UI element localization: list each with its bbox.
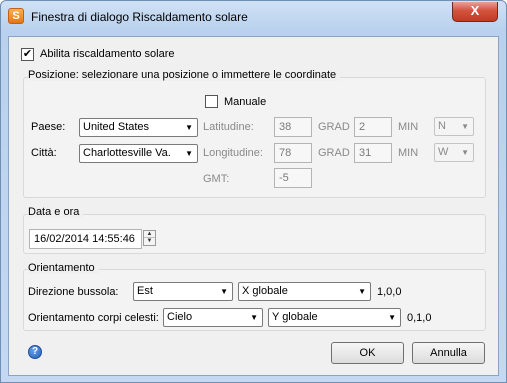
longitude-degrees-field[interactable]: 78 [274,143,312,163]
manual-label: Manuale [224,96,267,108]
chevron-down-icon: ▼ [185,123,193,132]
compass-direction-value: Est [137,285,153,297]
country-label: Paese: [31,121,66,133]
app-logo-icon: S [8,8,24,24]
spin-up-icon[interactable]: ▲ [144,231,155,238]
city-label: Città: [31,147,57,159]
ok-button[interactable]: OK [331,342,404,364]
title-bar[interactable]: S Finestra di dialogo Riscaldamento sola… [1,1,506,31]
longitude-min-label: MIN [398,147,419,159]
chevron-down-icon: ▼ [388,313,396,322]
dialog-body: ✔ Abilita riscaldamento solare Posizione… [8,36,499,376]
chevron-down-icon: ▼ [461,148,469,157]
latitude-min-label: MIN [398,121,419,133]
enable-solar-heating-label: Abilita riscaldamento solare [40,48,175,60]
longitude-grad-label: GRAD [318,147,350,159]
latitude-hemisphere-value: N [438,120,446,132]
latitude-hemisphere-select[interactable]: N ▼ [434,117,474,136]
gmt-offset-field[interactable]: -5 [274,168,312,188]
compass-direction-label: Direzione bussola: [28,286,119,298]
celestial-orientation-value: Cielo [167,311,193,323]
country-value: United States [83,121,150,133]
gmt-label: GMT: [203,173,230,185]
city-select[interactable]: Charlottesville Va. ▼ [79,144,198,163]
chevron-down-icon: ▼ [220,287,228,296]
datetime-group-title: Data e ora [28,206,84,218]
celestial-vector: 0,1,0 [407,312,432,324]
celestial-axis-value: Y globale [272,311,318,323]
longitude-minutes-field[interactable]: 31 [354,143,392,163]
enable-solar-heating-checkbox[interactable]: ✔ [21,48,34,61]
city-value: Charlottesville Va. [83,147,171,159]
longitude-hemisphere-value: W [438,146,449,158]
compass-axis-select[interactable]: X globale ▼ [238,282,371,301]
longitude-hemisphere-select[interactable]: W ▼ [434,143,474,162]
latitude-grad-label: GRAD [318,121,350,133]
compass-vector: 1,0,0 [377,286,402,298]
manual-checkbox[interactable] [205,95,218,108]
chevron-down-icon: ▼ [358,287,366,296]
celestial-orientation-label: Orientamento corpi celesti: [28,312,159,324]
longitude-label: Longitudine: [203,147,263,159]
help-icon[interactable]: ? [28,345,42,359]
country-select[interactable]: United States ▼ [79,118,198,137]
orientation-group-title: Orientamento [28,262,99,274]
chevron-down-icon: ▼ [250,313,258,322]
latitude-minutes-field[interactable]: 2 [354,117,392,137]
spin-down-icon[interactable]: ▼ [144,238,155,245]
datetime-spinner[interactable]: ▲ ▼ [143,230,156,246]
close-button[interactable]: X [452,2,498,22]
compass-direction-select[interactable]: Est ▼ [133,282,233,301]
celestial-orientation-select[interactable]: Cielo ▼ [163,308,263,327]
cancel-button[interactable]: Annulla [412,342,485,364]
window-title: Finestra di dialogo Riscaldamento solare [31,10,248,24]
latitude-label: Latitudine: [203,121,254,133]
datetime-field[interactable]: 16/02/2014 14:55:46 [29,229,142,249]
compass-axis-value: X globale [242,285,288,297]
latitude-degrees-field[interactable]: 38 [274,117,312,137]
chevron-down-icon: ▼ [461,122,469,131]
celestial-axis-select[interactable]: Y globale ▼ [268,308,401,327]
solar-heating-dialog: S Finestra di dialogo Riscaldamento sola… [0,0,507,383]
position-group-title: Posizione: selezionare una posizione o i… [28,69,341,81]
chevron-down-icon: ▼ [185,149,193,158]
